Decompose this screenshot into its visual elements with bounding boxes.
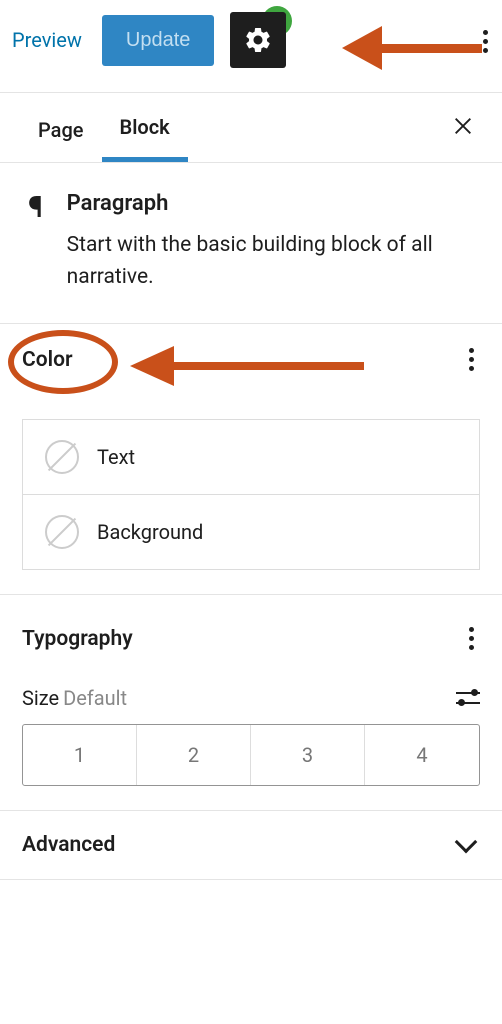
paragraph-icon: ¶ bbox=[28, 193, 43, 293]
size-default-label: Default bbox=[63, 686, 127, 710]
preview-link[interactable]: Preview bbox=[8, 22, 86, 58]
section-typography: Typography Size Default 1 2 3 4 bbox=[0, 595, 502, 811]
size-option-3[interactable]: 3 bbox=[251, 725, 365, 785]
no-color-icon bbox=[45, 440, 79, 474]
typography-options-button[interactable] bbox=[463, 621, 480, 656]
color-background-label: Background bbox=[97, 520, 203, 544]
close-icon bbox=[452, 115, 474, 137]
no-color-icon bbox=[45, 515, 79, 549]
size-option-1[interactable]: 1 bbox=[23, 725, 137, 785]
color-row-text[interactable]: Text bbox=[23, 420, 479, 495]
block-title: Paragraph bbox=[67, 191, 474, 216]
size-options: 1 2 3 4 bbox=[22, 724, 480, 786]
color-text-label: Text bbox=[97, 445, 135, 469]
size-option-2[interactable]: 2 bbox=[137, 725, 251, 785]
panel-tabs: Page Block bbox=[0, 93, 502, 163]
close-panel-button[interactable] bbox=[444, 103, 482, 152]
block-description: Start with the basic building block of a… bbox=[67, 230, 474, 293]
typography-section-title: Typography bbox=[22, 627, 133, 651]
tab-block[interactable]: Block bbox=[102, 93, 188, 162]
color-row-background[interactable]: Background bbox=[23, 495, 479, 569]
more-options-button[interactable] bbox=[483, 30, 488, 53]
annotation-arrow-settings bbox=[342, 26, 482, 70]
color-section-title: Color bbox=[22, 348, 73, 372]
section-color: Color Text Background bbox=[0, 324, 502, 595]
sidebar-panel: Page Block ¶ Paragraph Start with the ba… bbox=[0, 92, 502, 880]
size-option-4[interactable]: 4 bbox=[365, 725, 479, 785]
block-info: ¶ Paragraph Start with the basic buildin… bbox=[0, 163, 502, 324]
tab-page[interactable]: Page bbox=[20, 96, 102, 160]
custom-size-button[interactable] bbox=[456, 692, 480, 704]
gear-icon bbox=[243, 25, 273, 55]
color-options-button[interactable] bbox=[463, 342, 480, 377]
advanced-section-title: Advanced bbox=[22, 833, 115, 857]
section-advanced-toggle[interactable]: Advanced bbox=[0, 811, 502, 879]
settings-button[interactable] bbox=[230, 12, 286, 68]
size-label: Size bbox=[22, 686, 59, 710]
color-list: Text Background bbox=[22, 419, 480, 570]
update-button[interactable]: Update bbox=[102, 15, 215, 66]
chevron-down-icon bbox=[455, 831, 478, 854]
